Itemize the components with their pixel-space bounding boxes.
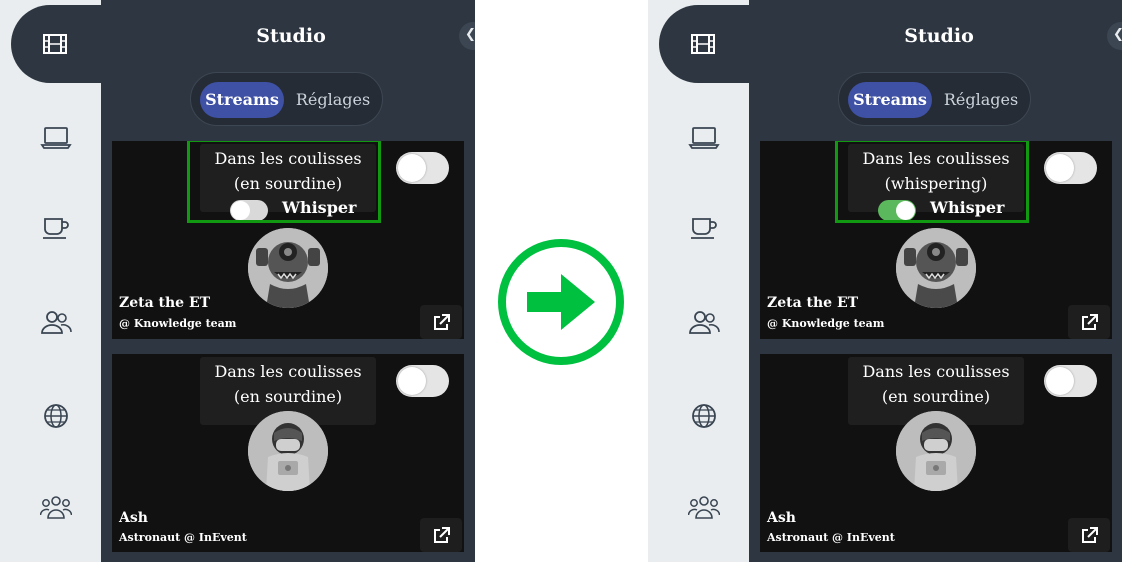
page-title: Studio xyxy=(256,25,326,47)
participant-subtitle: Astronaut @ InEvent xyxy=(767,531,895,544)
whisper-toggle[interactable] xyxy=(230,200,268,221)
page-title: Studio xyxy=(904,25,974,47)
groups-icon[interactable] xyxy=(39,494,73,520)
before-panel: Studio ❮ Streams Réglages Dans les couli… xyxy=(0,0,475,562)
participant-name: Ash xyxy=(119,510,148,526)
stream-tabs: Streams Réglages xyxy=(190,72,383,126)
whisper-label: Whisper xyxy=(282,198,357,217)
status-label: Dans les coulisses (en sourdine) xyxy=(214,149,362,193)
laptop-icon[interactable] xyxy=(688,124,720,150)
stream-card: Dans les coulisses (en sourdine) Ash Ast… xyxy=(112,354,464,552)
tab-settings[interactable]: Réglages xyxy=(939,82,1023,118)
users-icon[interactable] xyxy=(40,309,72,335)
film-icon[interactable] xyxy=(42,33,68,55)
external-link-icon xyxy=(434,527,450,543)
stage-toggle-knob xyxy=(398,367,426,395)
alien-avatar xyxy=(896,228,976,308)
participant-name: Zeta the ET xyxy=(119,295,211,311)
stage-toggle[interactable] xyxy=(1044,152,1097,184)
sidebar-rail xyxy=(648,0,749,562)
tab-streams[interactable]: Streams xyxy=(848,82,932,118)
whisper-toggle[interactable] xyxy=(878,200,916,221)
stage-toggle[interactable] xyxy=(396,365,449,397)
sidebar-rail xyxy=(0,0,101,562)
external-link-icon xyxy=(1082,527,1098,543)
coffee-icon[interactable] xyxy=(688,215,720,241)
after-panel: Studio ❮ Streams Réglages Dans les couli… xyxy=(648,0,1122,562)
coffee-icon[interactable] xyxy=(40,215,72,241)
right-arrow-icon xyxy=(497,238,625,366)
stage-toggle[interactable] xyxy=(396,152,449,184)
stream-card: Dans les coulisses (en sourdine) Ash Ast… xyxy=(760,354,1112,552)
chevron-left-icon: ❮ xyxy=(1113,27,1122,42)
status-label: Dans les coulisses (en sourdine) xyxy=(214,362,362,406)
status-label: Dans les coulisses (en sourdine) xyxy=(862,362,1010,406)
participant-name: Zeta the ET xyxy=(767,295,859,311)
groups-icon[interactable] xyxy=(687,494,721,520)
whisper-label: Whisper xyxy=(930,198,1005,217)
astronaut-avatar xyxy=(248,411,328,491)
astronaut-avatar xyxy=(896,411,976,491)
globe-icon[interactable] xyxy=(688,403,720,429)
external-link-icon xyxy=(434,314,450,330)
stage-toggle[interactable] xyxy=(1044,365,1097,397)
open-external-button[interactable] xyxy=(420,305,462,339)
stage-toggle-knob xyxy=(1046,367,1074,395)
open-external-button[interactable] xyxy=(1068,518,1110,552)
collapse-button[interactable]: ❮ xyxy=(1107,22,1122,50)
laptop-icon[interactable] xyxy=(40,124,72,150)
stage-toggle-knob xyxy=(1046,154,1074,182)
external-link-icon xyxy=(1082,314,1098,330)
participant-name: Ash xyxy=(767,510,796,526)
collapse-button[interactable]: ❮ xyxy=(459,22,475,50)
film-icon[interactable] xyxy=(690,33,716,55)
alien-avatar xyxy=(248,228,328,308)
open-external-button[interactable] xyxy=(420,518,462,552)
globe-icon[interactable] xyxy=(40,403,72,429)
open-external-button[interactable] xyxy=(1068,305,1110,339)
stream-tabs: Streams Réglages xyxy=(838,72,1031,126)
chevron-left-icon: ❮ xyxy=(465,27,475,42)
stream-card: Dans les coulisses (en sourdine) Whisper… xyxy=(112,141,464,339)
stream-card: Dans les coulisses (whispering) Whisper … xyxy=(760,141,1112,339)
stage-toggle-knob xyxy=(398,154,426,182)
participant-subtitle: @ Knowledge team xyxy=(119,317,237,330)
status-label: Dans les coulisses (whispering) xyxy=(862,149,1010,193)
whisper-toggle-knob xyxy=(231,201,250,220)
whisper-toggle-knob xyxy=(896,201,915,220)
participant-subtitle: @ Knowledge team xyxy=(767,317,885,330)
participant-subtitle: Astronaut @ InEvent xyxy=(119,531,247,544)
tab-streams[interactable]: Streams xyxy=(200,82,284,118)
tab-settings[interactable]: Réglages xyxy=(291,82,375,118)
users-icon[interactable] xyxy=(688,309,720,335)
